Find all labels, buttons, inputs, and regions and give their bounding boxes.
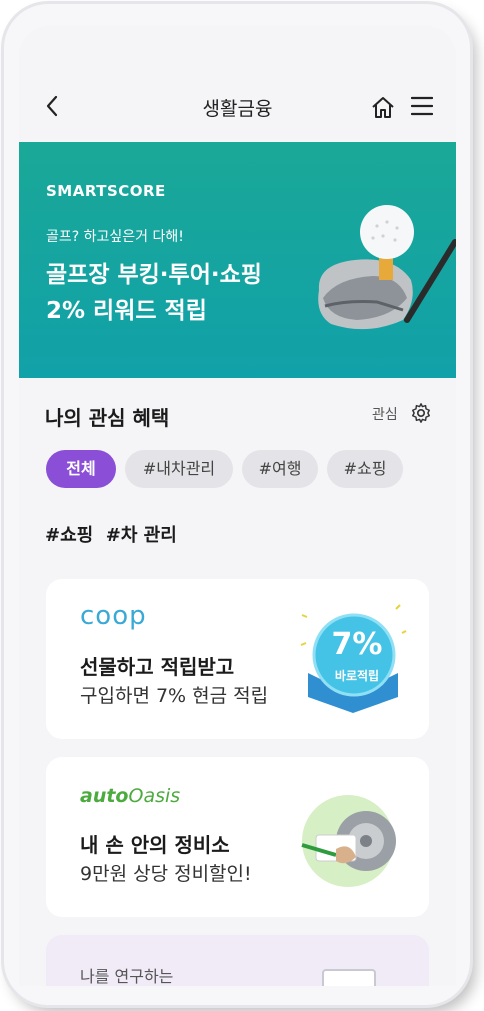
chip-shopping[interactable]: #쇼핑 — [327, 450, 403, 488]
benefit-card-autooasis[interactable]: autoOasis 내 손 안의 정비소 9만원 상당 정비할인! — [46, 757, 429, 917]
badge-label: 바로적립 — [334, 669, 380, 683]
chip-travel[interactable]: #여행 — [242, 450, 318, 488]
card-description: 9만원 상당 정비할인! — [80, 863, 252, 885]
card-headline: 나를 연구하는 — [80, 967, 174, 986]
badge-value: 7% — [331, 627, 383, 662]
promo-banner[interactable]: SMARTSCORE 골프? 하고싶은거 다해! 골프장 부킹·투어·쇼핑 2%… — [19, 142, 456, 378]
chip-all[interactable]: 전체 — [46, 450, 116, 488]
benefit-card-coop[interactable]: coop 선물하고 적립받고 구입하면 7% 현금 적립 7% 바로적립 — [46, 579, 429, 739]
autooasis-logo: autoOasis — [80, 785, 180, 807]
hamburger-menu-icon[interactable] — [411, 96, 433, 116]
autooasis-logo-auto: auto — [80, 785, 129, 807]
benefit-card-research[interactable]: 나를 연구하는 — [46, 935, 429, 986]
card-description: 구입하면 7% 현금 적립 — [80, 685, 269, 707]
section-title: 나의 관심 혜택 — [45, 406, 170, 430]
category-tags: #쇼핑 #차 관리 — [45, 525, 177, 546]
autooasis-logo-oasis: Oasis — [128, 785, 181, 807]
card-headline: 선물하고 적립받고 — [80, 655, 235, 679]
banner-headline-1: 골프장 부킹·투어·쇼핑 — [46, 262, 262, 288]
banner-headline-2: 2% 리워드 적립 — [46, 298, 207, 324]
app-screen: 생활금융 SMARTSCORE 골프? 하고싶은거 다해! 골프장 부킹·투어·… — [19, 26, 456, 986]
document-icon — [322, 969, 376, 986]
banner-subtitle: 골프? 하고싶은거 다해! — [46, 229, 184, 245]
interest-settings-label[interactable]: 관심 — [372, 404, 398, 424]
banner-brand: SMARTSCORE — [46, 182, 166, 200]
golf-club-ball-illustration — [318, 205, 456, 330]
coop-logo: coop — [80, 601, 147, 631]
gear-icon[interactable] — [410, 402, 432, 424]
top-app-bar: 생활금융 — [19, 26, 456, 142]
card-headline: 내 손 안의 정비소 — [80, 833, 230, 857]
car-maintenance-illustration — [301, 795, 396, 887]
phone-frame: 생활금융 SMARTSCORE 골프? 하고싶은거 다해! 골프장 부킹·투어·… — [4, 4, 470, 1005]
chip-car-care[interactable]: #내차관리 — [125, 450, 233, 488]
home-icon[interactable] — [371, 95, 395, 119]
